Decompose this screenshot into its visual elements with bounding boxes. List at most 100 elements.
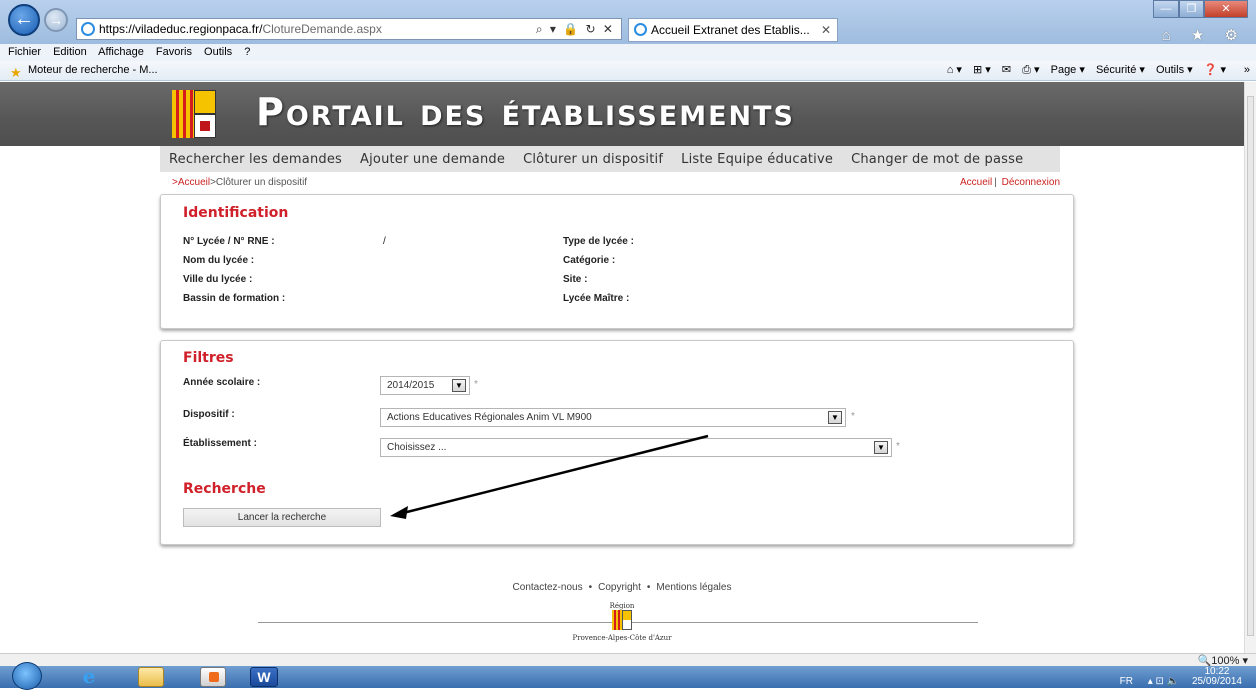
school-select[interactable]: Choisissez ... ▼ [380, 438, 892, 457]
main-nav: Rechercher les demandes Ajouter une dema… [160, 146, 1060, 172]
menu-affichage[interactable]: Affichage [98, 46, 144, 58]
logout-link[interactable]: Déconnexion [1002, 177, 1060, 188]
mail-command[interactable]: ✉ [1002, 64, 1011, 76]
name-label: Nom du lycée : [183, 255, 255, 266]
nav-ajouter-demande[interactable]: Ajouter une demande [360, 152, 505, 167]
menu-favoris[interactable]: Favoris [156, 46, 192, 58]
tab-ie-icon [634, 23, 647, 36]
year-select[interactable]: 2014/2015 ▼ [380, 376, 470, 395]
address-bar[interactable]: https://viladeduc.regionpaca.fr/ClotureD… [76, 18, 622, 40]
region-logo[interactable] [172, 90, 216, 138]
breadcrumb: >Accueil>Clôturer un dispositif [172, 177, 307, 188]
system-tray: FR ▴ ⊡ 🔈 10:22 25/09/2014 [1120, 667, 1242, 688]
filters-panel: Filtres Année scolaire : 2014/2015 ▼ * D… [160, 340, 1074, 545]
taskbar-word-icon[interactable]: W [250, 667, 278, 687]
footer-region-logo [612, 610, 632, 630]
footer-region-label: Région [609, 602, 635, 610]
home-favorites-tools-icons[interactable]: ⌂ ★ ⚙ [1162, 26, 1246, 44]
language-indicator[interactable]: FR [1120, 676, 1133, 687]
school-dropdown-icon[interactable]: ▼ [874, 441, 888, 454]
menu-bar: Fichier Edition Affichage Favoris Outils… [0, 44, 1256, 61]
year-required-mark: * [474, 379, 478, 390]
start-button[interactable] [12, 662, 42, 690]
copyright-link[interactable]: Copyright [598, 582, 641, 593]
device-select-value: Actions Educatives Régionales Anim VL M9… [387, 412, 592, 423]
close-window-button[interactable]: ✕ [1204, 0, 1248, 18]
scrollbar-thumb[interactable] [1247, 96, 1254, 636]
device-required-mark: * [851, 411, 855, 422]
tab-close-icon[interactable]: ✕ [821, 19, 831, 41]
tools-menu[interactable]: Outils ▾ [1156, 64, 1193, 76]
device-select[interactable]: Actions Educatives Régionales Anim VL M9… [380, 408, 846, 427]
footer-bullet: • [588, 582, 593, 593]
legal-link[interactable]: Mentions légales [656, 582, 731, 593]
site-label: Site : [563, 274, 588, 285]
launch-search-button[interactable]: Lancer la recherche [183, 508, 381, 527]
basin-label: Bassin de formation : [183, 293, 286, 304]
school-required-mark: * [896, 441, 900, 452]
menu-outils[interactable]: Outils [204, 46, 232, 58]
type-label: Type de lycée : [563, 236, 634, 247]
favorites-bar: ★ Moteur de recherche - M... ⌂ ▾ ⊞ ▾ ✉ ⎙… [0, 61, 1256, 81]
nav-rechercher-demandes[interactable]: Rechercher les demandes [169, 152, 342, 167]
status-bar [0, 653, 1256, 666]
breadcrumb-current: >Clôturer un dispositif [210, 177, 308, 188]
command-bar: ⌂ ▾ ⊞ ▾ ✉ ⎙ ▾ Page ▾ Sécurité ▾ Outils ▾… [939, 61, 1226, 80]
contact-link[interactable]: Contactez-nous [513, 582, 583, 593]
site-header: Portail des établissements [0, 82, 1244, 146]
year-select-value: 2014/2015 [387, 380, 435, 391]
menu-edition[interactable]: Edition [53, 46, 87, 58]
top-links: Accueil | Déconnexion [960, 177, 1060, 188]
security-menu[interactable]: Sécurité ▾ [1096, 64, 1145, 76]
windows-taskbar: e W FR ▴ ⊡ 🔈 10:22 25/09/2014 [0, 662, 1256, 690]
window-controls: — ❐ ✕ [1153, 0, 1248, 18]
home-link[interactable]: Accueil [960, 177, 992, 188]
forward-arrow-icon: → [49, 12, 63, 28]
back-arrow-icon: ← [14, 8, 34, 30]
minimize-button[interactable]: — [1153, 0, 1179, 18]
menu-help[interactable]: ? [244, 46, 250, 58]
tray-icons[interactable]: ▴ ⊡ 🔈 [1148, 676, 1179, 687]
page-menu[interactable]: Page ▾ [1051, 64, 1085, 76]
page-footer: Contactez-nous • Copyright • Mentions légale… [0, 582, 1244, 593]
maximize-button[interactable]: ❐ [1179, 0, 1204, 18]
device-dropdown-icon[interactable]: ▼ [828, 411, 842, 424]
favorites-link[interactable]: Moteur de recherche - M... [28, 61, 158, 80]
vertical-scrollbar[interactable] [1244, 82, 1256, 653]
feeds-command[interactable]: ⊞ ▾ [973, 64, 991, 76]
city-label: Ville du lycée : [183, 274, 253, 285]
school-label: Établissement : [183, 438, 257, 449]
menu-fichier[interactable]: Fichier [8, 46, 41, 58]
taskbar-media-icon[interactable] [200, 667, 226, 687]
browser-tab[interactable]: Accueil Extranet des Etablis... ✕ [628, 18, 838, 42]
link-separator: | [994, 177, 997, 188]
nav-cloturer-dispositif[interactable]: Clôturer un dispositif [523, 152, 663, 167]
breadcrumb-home[interactable]: >Accueil [172, 177, 210, 188]
taskbar-ie-icon[interactable]: e [76, 666, 102, 687]
favorites-star-icon[interactable]: ★ [10, 63, 22, 82]
help-menu[interactable]: ❓ ▾ [1204, 64, 1226, 76]
rne-value: / [383, 236, 386, 247]
home-command[interactable]: ⌂ ▾ [947, 64, 962, 76]
nav-changer-mot-de-passe[interactable]: Changer de mot de passe [851, 152, 1023, 167]
url-path: ClotureDemande.aspx [262, 22, 382, 36]
footer-bullet: • [646, 582, 651, 593]
url-host: https://viladeduc.regionpaca.fr/ [99, 22, 263, 36]
identification-panel: Identification N° Lycée / N° RNE : / Nom… [160, 194, 1074, 329]
taskbar-explorer-icon[interactable] [138, 667, 164, 687]
favorites-more-icon[interactable]: » [1244, 61, 1250, 80]
search-title: Recherche [183, 481, 266, 497]
forward-button[interactable]: → [44, 8, 68, 32]
address-tools-icons[interactable]: ⌕ ▾ 🔒 ↻ ✕ [536, 19, 615, 39]
identification-title: Identification [183, 205, 289, 221]
year-dropdown-icon[interactable]: ▼ [452, 379, 466, 392]
clock[interactable]: 10:22 25/09/2014 [1192, 667, 1242, 687]
tab-title: Accueil Extranet des Etablis... [651, 23, 810, 37]
category-label: Catégorie : [563, 255, 616, 266]
back-button[interactable]: ← [8, 4, 40, 36]
clock-date: 25/09/2014 [1191, 676, 1242, 687]
print-command[interactable]: ⎙ ▾ [1022, 64, 1039, 76]
rne-label: N° Lycée / N° RNE : [183, 236, 275, 247]
nav-liste-equipe[interactable]: Liste Equipe éducative [681, 152, 833, 167]
filters-title: Filtres [183, 350, 234, 366]
